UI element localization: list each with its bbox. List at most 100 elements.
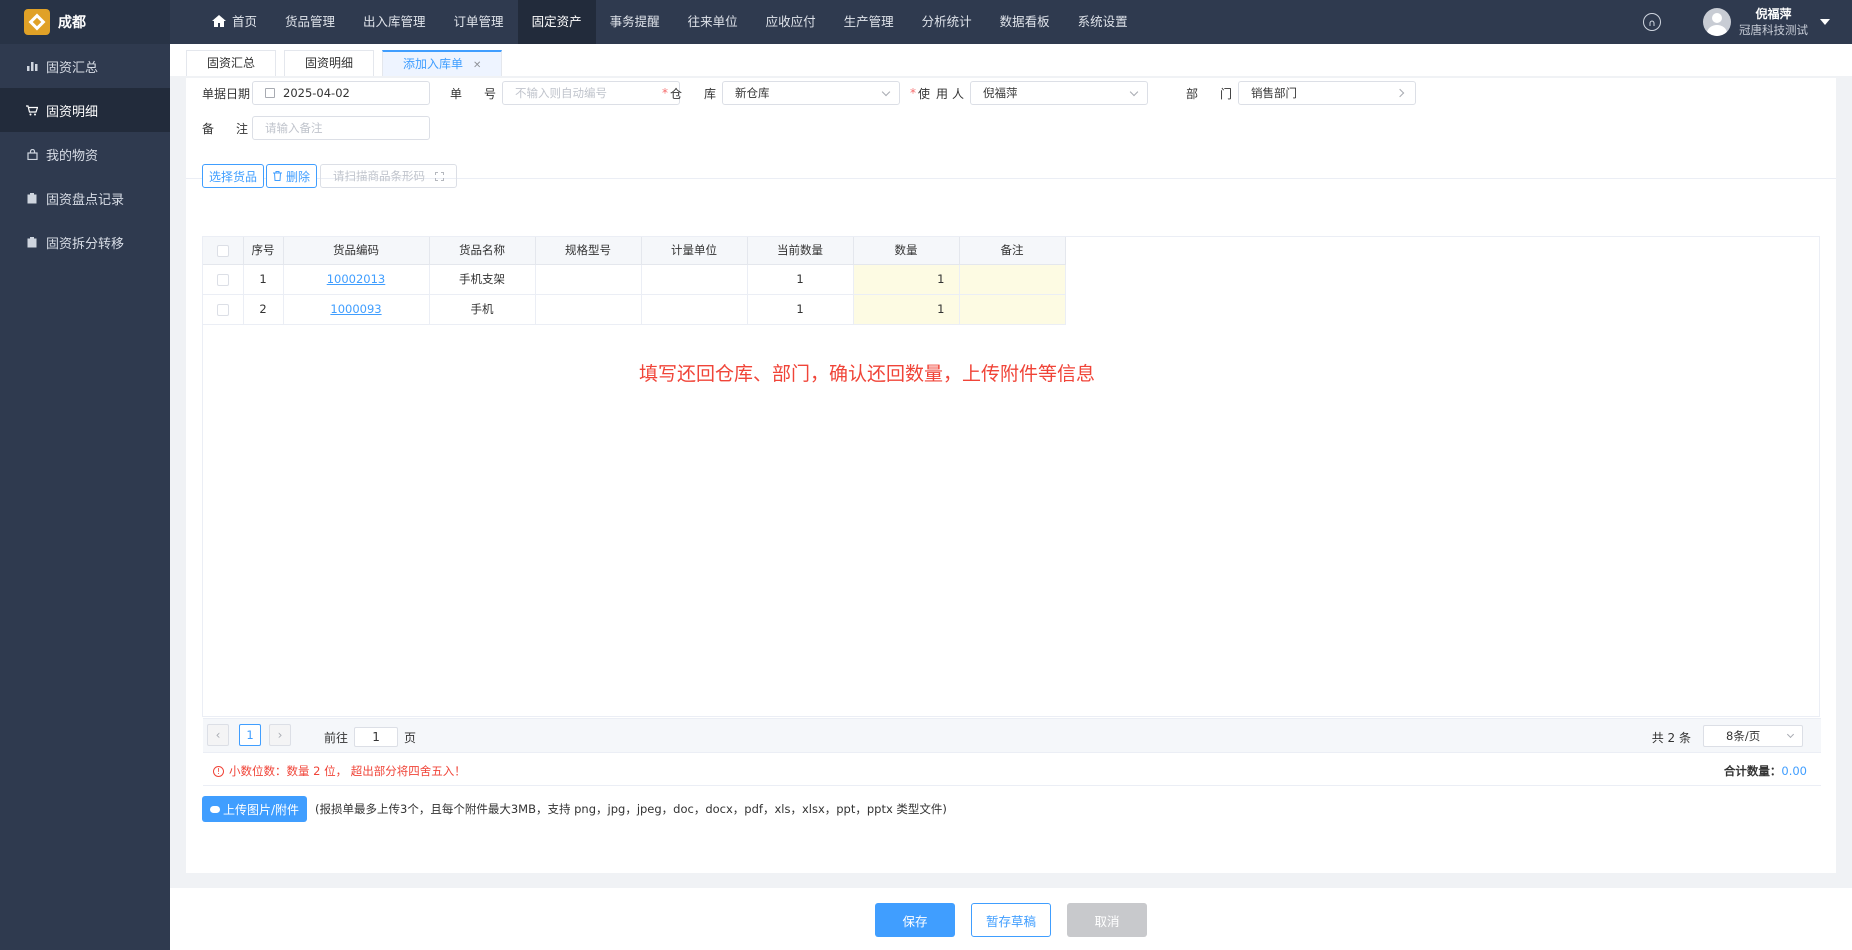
cloud-upload-icon — [210, 805, 220, 813]
page-tabs: 固资汇总 固资明细 添加入库单 ✕ — [170, 44, 1852, 76]
nav-item-settings[interactable]: 系统设置 — [1064, 0, 1142, 44]
cancel-button[interactable]: 取消 — [1067, 903, 1147, 937]
remark-label-2: 注 — [236, 121, 249, 136]
cell-name: 手机 — [429, 294, 536, 325]
barcode-placeholder: 请扫描商品条形码 — [333, 169, 425, 183]
user-company: 冠唐科技测试 — [1739, 23, 1808, 37]
tab-add-stock-in[interactable]: 添加入库单 ✕ — [382, 50, 503, 76]
sidebar-item-summary[interactable]: 固资汇总 — [0, 44, 170, 88]
cell-remark[interactable] — [959, 294, 1066, 325]
next-page-button[interactable]: › — [269, 724, 291, 746]
close-icon[interactable]: ✕ — [473, 60, 481, 71]
form-row-1-no: 单 号 不输入则自动编号 — [450, 81, 680, 105]
cell-current-qty: 1 — [747, 294, 854, 325]
user-info[interactable]: 倪福萍 冠唐科技测试 — [1739, 6, 1808, 38]
header-spec: 规格型号 — [535, 237, 642, 265]
header-qty: 数量 — [853, 237, 960, 265]
cell-qty[interactable]: 1 — [853, 264, 960, 295]
sidebar-item-label: 固资盘点记录 — [46, 192, 125, 208]
cell-seq: 1 — [243, 264, 284, 295]
cell-code: 10002013 — [283, 264, 430, 295]
cell-qty[interactable]: 1 — [853, 294, 960, 325]
nav-item-analytics[interactable]: 分析统计 — [908, 0, 986, 44]
goto-label: 前往 — [324, 730, 349, 745]
prev-page-button[interactable]: ‹ — [207, 724, 229, 746]
calendar-icon — [265, 88, 275, 98]
tab-summary[interactable]: 固资汇总 — [186, 50, 277, 76]
logo: 成都 — [0, 0, 170, 44]
nav-item-stock-io[interactable]: 出入库管理 — [349, 0, 440, 44]
chevron-down-icon[interactable] — [1820, 19, 1830, 25]
nav-item-home[interactable]: 首页 — [198, 0, 271, 44]
header-current-qty: 当前数量 — [747, 237, 854, 265]
table-row: 2 1000093 手机 1 1 — [203, 294, 1066, 325]
nav-item-goods[interactable]: 货品管理 — [271, 0, 349, 44]
cell-current-qty: 1 — [747, 264, 854, 295]
chevron-down-icon — [1129, 87, 1139, 97]
chevron-down-icon — [1786, 730, 1795, 739]
warehouse-label-2: 库 — [704, 86, 717, 101]
cell-spec — [535, 264, 642, 295]
user-select[interactable]: 倪福萍 — [970, 81, 1148, 105]
row-checkbox-cell — [203, 294, 244, 325]
remark-input[interactable]: 请输入备注 — [252, 116, 430, 140]
delete-button[interactable]: 删除 — [266, 164, 318, 188]
page-suffix: 页 — [404, 730, 417, 745]
barcode-scan-input[interactable]: 请扫描商品条形码 — [320, 164, 457, 188]
user-area: 倪福萍 冠唐科技测试 — [1643, 0, 1852, 44]
warning-text: 小数位数：数量 2 位， 超出部分将四舍五入！ — [229, 764, 466, 778]
goods-code-link[interactable]: 10002013 — [327, 272, 386, 286]
github-icon[interactable] — [1643, 13, 1661, 31]
sum-value: 0.00 — [1781, 764, 1807, 778]
remark-label-1: 备 — [202, 121, 215, 136]
row-checkbox[interactable] — [216, 303, 229, 316]
cell-name: 手机支架 — [429, 264, 536, 295]
date-label: 单据日期 — [202, 86, 251, 101]
avatar[interactable] — [1703, 8, 1731, 36]
save-draft-button[interactable]: 暂存草稿 — [971, 903, 1051, 937]
date-field[interactable]: 2025-04-02 — [252, 81, 430, 105]
nav-item-dashboard[interactable]: 数据看板 — [986, 0, 1064, 44]
order-no-input[interactable]: 不输入则自动编号 — [502, 81, 680, 105]
cell-seq: 2 — [243, 294, 284, 325]
dept-select[interactable]: 销售部门 — [1238, 81, 1416, 105]
bag-icon — [26, 148, 38, 160]
nav-item-reminders[interactable]: 事务提醒 — [596, 0, 674, 44]
sidebar-item-inventory-records[interactable]: 固资盘点记录 — [0, 176, 170, 220]
tab-detail[interactable]: 固资明细 — [284, 50, 375, 76]
footer-actions: 保存 暂存草稿 取消 — [170, 888, 1852, 950]
clipboard-icon — [26, 192, 38, 204]
main-nav: 首页 货品管理 出入库管理 订单管理 固定资产 事务提醒 往来单位 应收应付 生… — [198, 0, 1142, 44]
nav-item-orders[interactable]: 订单管理 — [440, 0, 518, 44]
sidebar-item-detail[interactable]: 固资明细 — [0, 88, 170, 132]
select-all-checkbox[interactable] — [216, 244, 229, 257]
user-value: 倪福萍 — [983, 86, 1018, 100]
goods-code-link[interactable]: 1000093 — [330, 302, 381, 316]
warehouse-label-1: 仓 — [670, 86, 683, 101]
select-goods-button[interactable]: 选择货品 — [202, 164, 265, 188]
row-checkbox[interactable] — [216, 273, 229, 286]
nav-item-receivables[interactable]: 应收应付 — [752, 0, 830, 44]
page-size-select[interactable]: 8条/页 — [1703, 725, 1803, 747]
nav-item-production[interactable]: 生产管理 — [830, 0, 908, 44]
cart-icon — [26, 104, 38, 116]
nav-item-fixed-assets[interactable]: 固定资产 — [517, 0, 596, 44]
warehouse-select[interactable]: 新仓库 — [722, 81, 900, 105]
header-unit: 计量单位 — [641, 237, 748, 265]
upload-area: 上传图片/附件 (报损单最多上传3个，且每个附件最大3MB，支持 png，jpg… — [202, 796, 947, 822]
form-row-1: 单据日期 2025-04-02 — [202, 81, 430, 105]
page-number[interactable]: 1 — [239, 724, 261, 746]
goto-page-input[interactable]: 1 — [354, 727, 399, 747]
nav-item-partners[interactable]: 往来单位 — [674, 0, 752, 44]
no-label-2: 号 — [484, 86, 497, 101]
save-button[interactable]: 保存 — [875, 903, 955, 937]
upload-button[interactable]: 上传图片/附件 — [202, 796, 308, 822]
sidebar-item-label: 固资拆分转移 — [46, 236, 125, 252]
user-label-2: 用 — [936, 86, 949, 101]
cell-unit — [641, 294, 748, 325]
sidebar-item-my-assets[interactable]: 我的物资 — [0, 132, 170, 176]
cell-unit — [641, 264, 748, 295]
sidebar-item-label: 我的物资 — [46, 148, 99, 164]
cell-remark[interactable] — [959, 264, 1066, 295]
sidebar-item-split-transfer[interactable]: 固资拆分转移 — [0, 220, 170, 264]
